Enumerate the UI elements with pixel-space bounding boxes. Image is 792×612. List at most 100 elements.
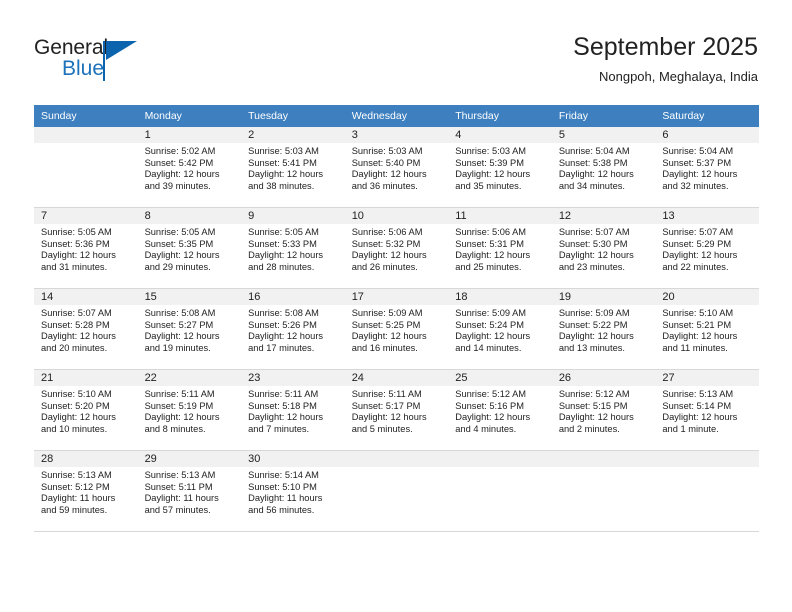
calendar-day-cell[interactable]: 17 Sunrise: 5:09 AM Sunset: 5:25 PM Dayligh… xyxy=(344,288,449,370)
daylight-text-line2: and 19 minutes. xyxy=(144,342,211,353)
day-number: 8 xyxy=(137,208,242,224)
calendar-day-cell[interactable]: 27 Sunrise: 5:13 AM Sunset: 5:14 PM Dayligh… xyxy=(655,369,759,451)
calendar-day-cell[interactable]: 16 Sunrise: 5:08 AM Sunset: 5:26 PM Dayligh… xyxy=(241,288,345,370)
calendar-day-cell[interactable]: 3 Sunrise: 5:03 AM Sunset: 5:40 PM Daylight… xyxy=(344,127,449,208)
sunrise-text: Sunrise: 5:06 AM xyxy=(455,227,527,237)
daylight-text-line2: and 39 minutes. xyxy=(144,180,211,191)
day-details: Sunrise: 5:05 AM Sunset: 5:33 PM Daylight:… xyxy=(241,224,345,273)
day-details xyxy=(552,467,656,470)
weekday-header-row: Sunday Monday Tuesday Wednesday Thursday… xyxy=(34,105,759,127)
daylight-text-line1: Daylight: 12 hours xyxy=(144,412,220,423)
calendar-day-cell[interactable]: 29 Sunrise: 5:13 AM Sunset: 5:11 PM Dayligh… xyxy=(137,450,242,532)
sunrise-text: Sunrise: 5:10 AM xyxy=(41,389,112,399)
calendar-day-cell[interactable]: 28 Sunrise: 5:13 AM Sunset: 5:12 PM Dayligh… xyxy=(34,450,138,532)
day-cell-inner: 2 Sunrise: 5:03 AM Sunset: 5:41 PM Daylight… xyxy=(241,127,345,207)
day-details: Sunrise: 5:12 AM Sunset: 5:15 PM Daylight:… xyxy=(552,386,656,435)
day-details: Sunrise: 5:05 AM Sunset: 5:35 PM Daylight:… xyxy=(138,224,242,273)
sunrise-text: Sunrise: 5:13 AM xyxy=(41,470,112,480)
day-number: 16 xyxy=(241,289,345,305)
calendar-day-cell[interactable]: 6 Sunrise: 5:04 AM Sunset: 5:37 PM Daylight… xyxy=(655,127,759,208)
calendar-day-cell[interactable]: 25 Sunrise: 5:12 AM Sunset: 5:16 PM Dayligh… xyxy=(448,369,552,451)
sunset-text: Sunset: 5:14 PM xyxy=(662,400,732,411)
calendar-week-row: 1 Sunrise: 5:02 AM Sunset: 5:42 PM Daylight… xyxy=(34,127,759,208)
sunrise-text: Sunrise: 5:04 AM xyxy=(662,146,734,156)
sunset-text: Sunset: 5:16 PM xyxy=(455,400,524,411)
calendar-day-cell[interactable]: 14 Sunrise: 5:07 AM Sunset: 5:28 PM Dayligh… xyxy=(34,288,138,370)
daylight-text-line2: and 23 minutes. xyxy=(558,261,625,272)
calendar-week-row: 28 Sunrise: 5:13 AM Sunset: 5:12 PM Dayligh… xyxy=(34,450,759,532)
day-number: 4 xyxy=(448,127,552,143)
daylight-text-line2: and 31 minutes. xyxy=(41,261,108,272)
day-cell-inner: 11 Sunrise: 5:06 AM Sunset: 5:31 PM Dayligh… xyxy=(448,208,552,288)
calendar-day-cell[interactable]: 21 Sunrise: 5:10 AM Sunset: 5:20 PM Dayligh… xyxy=(34,369,138,451)
sunrise-text: Sunrise: 5:09 AM xyxy=(558,308,630,318)
day-number: 12 xyxy=(551,208,656,224)
sunrise-text: Sunrise: 5:13 AM xyxy=(144,470,216,480)
sunset-text: Sunset: 5:26 PM xyxy=(248,319,317,330)
calendar-day-cell[interactable]: 13 Sunrise: 5:07 AM Sunset: 5:29 PM Dayligh… xyxy=(655,207,759,289)
day-cell-inner: 29 Sunrise: 5:13 AM Sunset: 5:11 PM Dayligh… xyxy=(137,451,242,531)
weekday-header-thursday: Thursday xyxy=(448,105,552,127)
brand-logo[interactable]: General Blue xyxy=(34,36,174,84)
weekday-header-tuesday: Tuesday xyxy=(241,105,345,127)
daylight-text-line1: Daylight: 12 hours xyxy=(662,169,738,180)
sunrise-text: Sunrise: 5:11 AM xyxy=(351,389,422,399)
weekday-header-sunday: Sunday xyxy=(34,105,138,127)
calendar-day-cell[interactable]: 15 Sunrise: 5:08 AM Sunset: 5:27 PM Dayligh… xyxy=(137,288,242,370)
daylight-text-line2: and 20 minutes. xyxy=(41,342,108,353)
day-number: 27 xyxy=(655,370,759,386)
daylight-text-line1: Daylight: 12 hours xyxy=(455,412,531,423)
day-number: 21 xyxy=(34,370,138,386)
calendar-day-cell[interactable]: 11 Sunrise: 5:06 AM Sunset: 5:31 PM Dayligh… xyxy=(448,207,552,289)
calendar-empty-cell xyxy=(448,450,552,532)
calendar-day-cell[interactable]: 18 Sunrise: 5:09 AM Sunset: 5:24 PM Dayligh… xyxy=(448,288,552,370)
daylight-text-line2: and 4 minutes. xyxy=(455,423,517,434)
daylight-text-line2: and 17 minutes. xyxy=(248,342,315,353)
calendar-day-cell[interactable]: 1 Sunrise: 5:02 AM Sunset: 5:42 PM Daylight… xyxy=(137,127,242,208)
day-details: Sunrise: 5:04 AM Sunset: 5:38 PM Daylight:… xyxy=(552,143,656,192)
day-number: 29 xyxy=(137,451,242,467)
calendar-day-cell[interactable]: 10 Sunrise: 5:06 AM Sunset: 5:32 PM Dayligh… xyxy=(344,207,449,289)
calendar-day-cell[interactable]: 23 Sunrise: 5:11 AM Sunset: 5:18 PM Dayligh… xyxy=(241,369,345,451)
sunrise-text: Sunrise: 5:07 AM xyxy=(558,227,630,237)
daylight-text-line2: and 8 minutes. xyxy=(144,423,206,434)
calendar-day-cell[interactable]: 22 Sunrise: 5:11 AM Sunset: 5:19 PM Dayligh… xyxy=(137,369,242,451)
calendar-day-cell[interactable]: 24 Sunrise: 5:11 AM Sunset: 5:17 PM Dayligh… xyxy=(344,369,449,451)
calendar-day-cell[interactable]: 26 Sunrise: 5:12 AM Sunset: 5:15 PM Dayligh… xyxy=(551,369,656,451)
daylight-text-line2: and 35 minutes. xyxy=(455,180,522,191)
calendar-day-cell[interactable]: 9 Sunrise: 5:05 AM Sunset: 5:33 PM Daylight… xyxy=(241,207,345,289)
sunset-text: Sunset: 5:18 PM xyxy=(248,400,317,411)
calendar-empty-cell xyxy=(344,450,449,532)
day-cell-inner: 18 Sunrise: 5:09 AM Sunset: 5:24 PM Dayligh… xyxy=(448,289,552,369)
day-cell-inner xyxy=(655,451,759,531)
day-details: Sunrise: 5:10 AM Sunset: 5:20 PM Daylight:… xyxy=(34,386,138,435)
sunrise-text: Sunrise: 5:08 AM xyxy=(248,308,319,318)
sunset-text: Sunset: 5:20 PM xyxy=(41,400,110,411)
daylight-text-line2: and 36 minutes. xyxy=(351,180,418,191)
daylight-text-line1: Daylight: 12 hours xyxy=(144,331,220,342)
calendar-day-cell[interactable]: 4 Sunrise: 5:03 AM Sunset: 5:39 PM Daylight… xyxy=(448,127,552,208)
day-cell-inner: 8 Sunrise: 5:05 AM Sunset: 5:35 PM Daylight… xyxy=(137,208,242,288)
calendar-day-cell[interactable]: 19 Sunrise: 5:09 AM Sunset: 5:22 PM Dayligh… xyxy=(551,288,656,370)
day-number: 13 xyxy=(655,208,759,224)
sunset-text: Sunset: 5:21 PM xyxy=(662,319,732,330)
day-cell-inner: 26 Sunrise: 5:12 AM Sunset: 5:15 PM Dayligh… xyxy=(551,370,656,450)
sunset-text: Sunset: 5:11 PM xyxy=(144,481,213,492)
day-number: 3 xyxy=(344,127,449,143)
calendar-day-cell[interactable]: 2 Sunrise: 5:03 AM Sunset: 5:41 PM Daylight… xyxy=(241,127,345,208)
day-details: Sunrise: 5:04 AM Sunset: 5:37 PM Daylight:… xyxy=(655,143,759,192)
calendar-day-cell[interactable]: 20 Sunrise: 5:10 AM Sunset: 5:21 PM Dayligh… xyxy=(655,288,759,370)
sunrise-text: Sunrise: 5:09 AM xyxy=(351,308,423,318)
daylight-text-line1: Daylight: 12 hours xyxy=(558,250,634,261)
calendar-day-cell[interactable]: 30 Sunrise: 5:14 AM Sunset: 5:10 PM Dayligh… xyxy=(241,450,345,532)
calendar-day-cell[interactable]: 12 Sunrise: 5:07 AM Sunset: 5:30 PM Dayligh… xyxy=(551,207,656,289)
day-details: Sunrise: 5:13 AM Sunset: 5:14 PM Daylight:… xyxy=(655,386,759,435)
sunset-text: Sunset: 5:19 PM xyxy=(144,400,214,411)
daylight-text-line1: Daylight: 12 hours xyxy=(351,250,427,261)
calendar-day-cell[interactable]: 8 Sunrise: 5:05 AM Sunset: 5:35 PM Daylight… xyxy=(137,207,242,289)
calendar-day-cell[interactable]: 5 Sunrise: 5:04 AM Sunset: 5:38 PM Daylight… xyxy=(551,127,656,208)
calendar-day-cell[interactable]: 7 Sunrise: 5:05 AM Sunset: 5:36 PM Daylight… xyxy=(34,207,138,289)
day-details: Sunrise: 5:03 AM Sunset: 5:40 PM Daylight:… xyxy=(345,143,449,192)
day-details: Sunrise: 5:11 AM Sunset: 5:19 PM Daylight:… xyxy=(138,386,242,435)
day-number: 24 xyxy=(344,370,449,386)
